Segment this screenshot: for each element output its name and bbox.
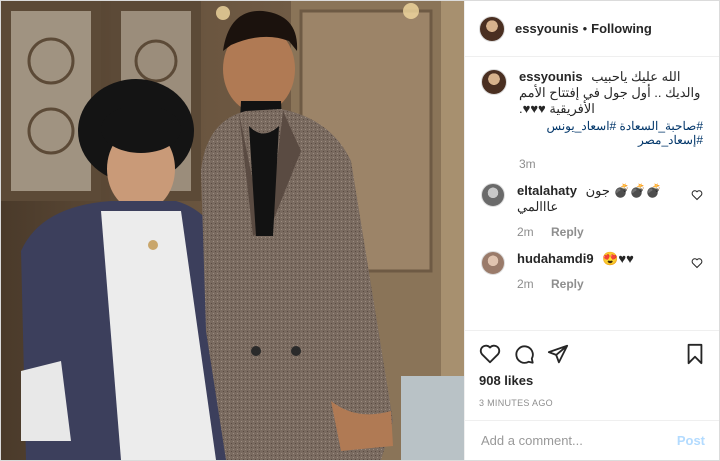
comments-list[interactable]: essyounis الله عليك ياحبيب والديك .. أول… bbox=[465, 57, 719, 330]
caption-username[interactable]: essyounis bbox=[519, 69, 583, 84]
reply-button[interactable]: Reply bbox=[551, 225, 584, 239]
caption-hashtags[interactable]: #صاحبة_السعادة #اسعاد_يونس #إسعاد_مصر bbox=[519, 119, 703, 147]
bookmark-icon[interactable] bbox=[685, 343, 705, 365]
following-button[interactable]: Following bbox=[591, 21, 652, 36]
likes-count[interactable]: 908 likes bbox=[479, 373, 705, 388]
comment-age[interactable]: 2m bbox=[517, 225, 534, 239]
comment-input[interactable] bbox=[479, 432, 677, 449]
post-timestamp[interactable]: 3 MINUTES AGO bbox=[479, 398, 705, 408]
caption-age[interactable]: 3m bbox=[519, 157, 536, 171]
post-comment-button[interactable]: Post bbox=[677, 433, 705, 448]
share-icon[interactable] bbox=[547, 343, 569, 365]
post-side-panel: essyounis • Following essyounis الله علي… bbox=[464, 1, 719, 460]
commenter-avatar[interactable] bbox=[481, 183, 505, 207]
comment-age[interactable]: 2m bbox=[517, 277, 534, 291]
list-item: eltalahaty 💣💣💣 جون عااالمي 2m Reply bbox=[481, 183, 703, 239]
post-actions: 908 likes 3 MINUTES AGO bbox=[465, 330, 719, 420]
instagram-post: essyounis • Following essyounis الله علي… bbox=[0, 0, 720, 461]
post-header: essyounis • Following bbox=[465, 1, 719, 57]
add-comment-bar: Post bbox=[465, 420, 719, 460]
comment-text: 😍♥♥ bbox=[602, 251, 634, 266]
comment-username[interactable]: hudahamdi9 bbox=[517, 251, 594, 266]
comment-icon[interactable] bbox=[513, 343, 535, 365]
separator-dot: • bbox=[582, 21, 588, 36]
caption-avatar[interactable] bbox=[481, 69, 507, 95]
like-comment-heart-icon[interactable] bbox=[691, 189, 703, 201]
author-username[interactable]: essyounis bbox=[515, 21, 579, 36]
list-item: hudahamdi9 😍♥♥ 2m Reply bbox=[481, 251, 703, 291]
like-comment-heart-icon[interactable] bbox=[691, 257, 703, 269]
post-photo[interactable] bbox=[1, 1, 464, 460]
author-avatar[interactable] bbox=[479, 15, 505, 42]
comment-username[interactable]: eltalahaty bbox=[517, 183, 577, 198]
post-photo-illustration bbox=[1, 1, 464, 460]
caption: essyounis الله عليك ياحبيب والديك .. أول… bbox=[481, 69, 703, 171]
reply-button[interactable]: Reply bbox=[551, 277, 584, 291]
heart-icon[interactable] bbox=[479, 343, 501, 365]
commenter-avatar[interactable] bbox=[481, 251, 505, 275]
